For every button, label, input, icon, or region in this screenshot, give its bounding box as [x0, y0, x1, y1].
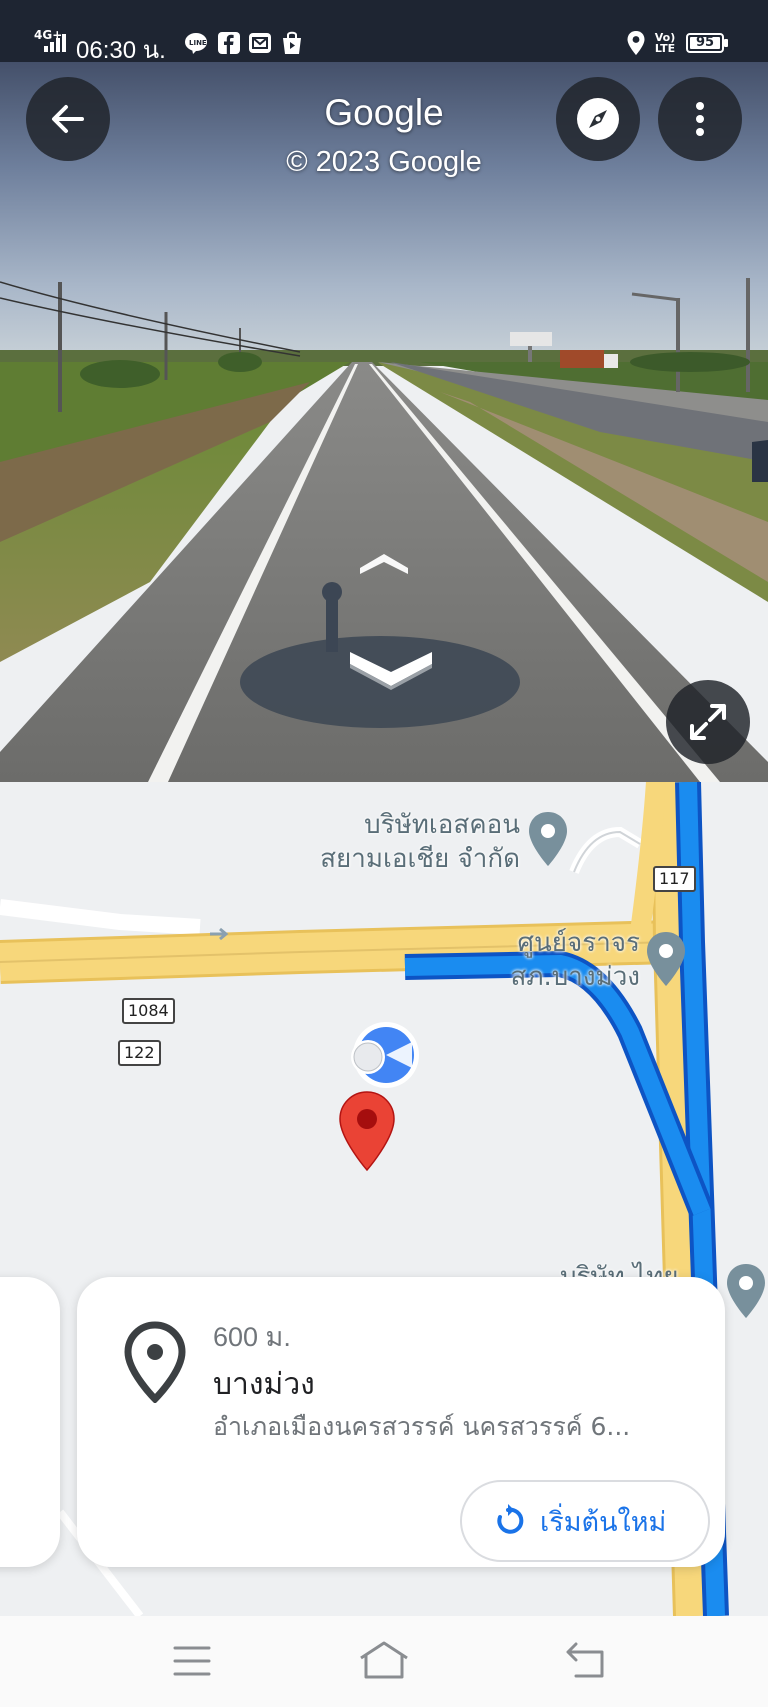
restart-icon: [488, 1501, 528, 1541]
location-status-icon: [626, 30, 646, 60]
poi-label-line: สยามเอเชีย จำกัด: [320, 844, 520, 874]
poi-label-line: ศูนย์จราจร: [517, 928, 640, 958]
battery-level: 95: [695, 35, 715, 50]
compass-icon: [577, 98, 619, 140]
previous-place-card[interactable]: [0, 1277, 60, 1567]
expand-button[interactable]: [666, 680, 750, 764]
signal-icon: [40, 32, 70, 58]
place-name: บางม่วง: [213, 1367, 315, 1402]
route-shield-1084: 1084: [122, 998, 175, 1024]
route-shield-122: 122: [118, 1040, 161, 1066]
poi-label-line: สภ.บางม่วง: [510, 962, 640, 992]
more-options-button[interactable]: [658, 77, 742, 161]
facebook-icon: [217, 31, 241, 59]
menu-nav-button[interactable]: [172, 1644, 212, 1682]
system-navigation-bar: [0, 1616, 768, 1707]
svg-text:LINE: LINE: [189, 39, 207, 47]
street-view-title: Google: [324, 92, 444, 133]
location-pin-icon[interactable]: [338, 1090, 396, 1176]
poi-label-line: บริษัทเอสคอน: [364, 810, 520, 840]
move-back-arrow[interactable]: [346, 642, 436, 694]
street-view-pegman-icon[interactable]: [346, 1020, 420, 1094]
place-address: อำเภอเมืองนครสวรรค์ นครสวรรค์ 6...: [213, 1412, 631, 1441]
poi-label-scon[interactable]: บริษัทเอสคอน สยามเอเชีย จำกัด: [260, 808, 520, 876]
restart-button[interactable]: เริ่มต้นใหม่: [460, 1480, 710, 1562]
back-nav-button[interactable]: [564, 1642, 608, 1684]
street-view-panorama[interactable]: Google © 2023 Google: [0, 62, 768, 782]
move-forward-arrow[interactable]: [356, 546, 412, 580]
map-view[interactable]: บริษัทเอสคอน สยามเอเชีย จำกัด ศูนย์จราจร…: [0, 782, 768, 1616]
mail-app-icon: [248, 31, 272, 59]
place-card[interactable]: 600 ม. บางม่วง อำเภอเมืองนครสวรรค์ นครสว…: [77, 1277, 725, 1567]
store-app-icon: [280, 30, 304, 60]
home-nav-button[interactable]: [358, 1640, 410, 1684]
status-bar: 4G+ 06:30 น. LINE Vo) LTE 95: [0, 0, 768, 64]
place-pin-icon[interactable]: [526, 810, 570, 872]
back-icon: [566, 1642, 604, 1678]
poi-label-traffic-center[interactable]: ศูนย์จราจร สภ.บางม่วง: [400, 926, 640, 994]
menu-icon: [173, 1646, 211, 1676]
more-vert-icon: [696, 102, 704, 136]
place-pin-icon[interactable]: [724, 1262, 768, 1324]
place-marker-icon: [123, 1321, 187, 1407]
place-pin-icon[interactable]: [644, 930, 688, 992]
street-view-copyright: © 2023 Google: [286, 146, 482, 178]
fullscreen-icon: [690, 704, 726, 740]
volte-indicator: Vo) LTE: [654, 31, 676, 55]
compass-button[interactable]: [556, 77, 640, 161]
home-icon: [360, 1641, 408, 1679]
place-distance: 600 ม.: [213, 1322, 291, 1352]
line-app-icon: LINE: [184, 32, 208, 58]
route-shield-117: 117: [653, 866, 696, 892]
restart-label: เริ่มต้นใหม่: [540, 1506, 667, 1538]
